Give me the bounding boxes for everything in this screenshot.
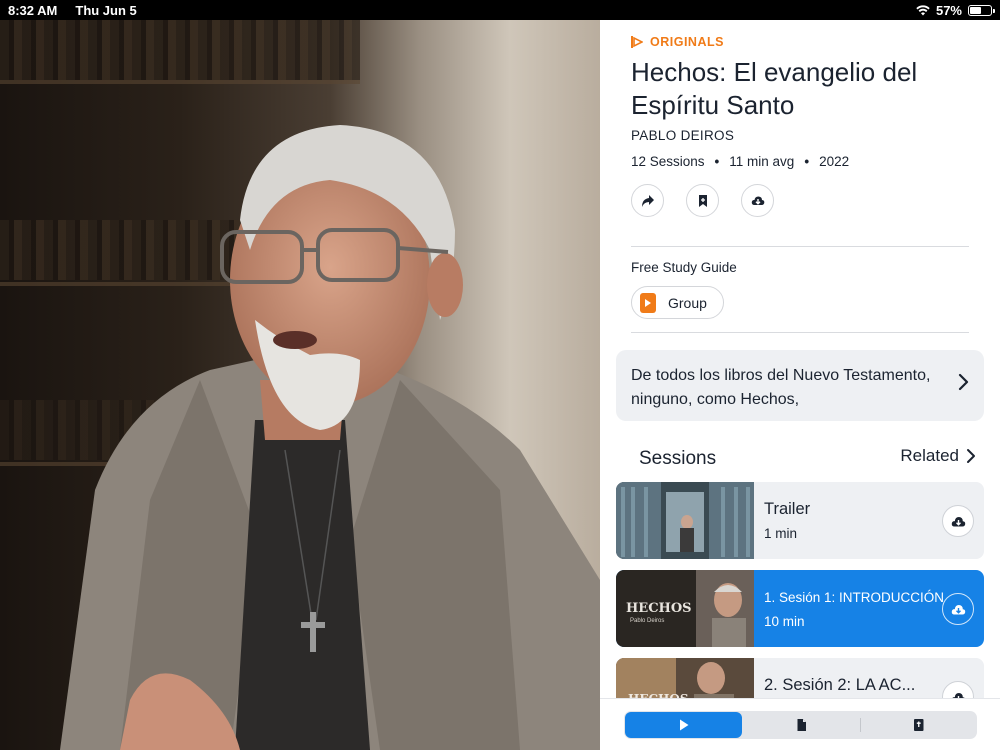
battery-percent: 57%: [935, 2, 962, 18]
description-text: De todos los libros del Nuevo Testamento…: [631, 367, 931, 408]
tab-bible[interactable]: [860, 711, 977, 739]
share-button[interactable]: [631, 184, 664, 217]
chevron-right-icon: [967, 449, 975, 463]
series-detail-panel: ORIGINALS Hechos: El evangelio del Espír…: [600, 20, 1000, 750]
session-item-1[interactable]: HECHOS Pablo Deiros 1. Sesión 1: INTRODU…: [616, 570, 984, 647]
action-buttons: [631, 184, 774, 217]
document-icon: [797, 719, 806, 731]
description-card[interactable]: De todos los libros del Nuevo Testamento…: [616, 350, 984, 421]
originals-logo-icon: [631, 36, 643, 48]
related-link[interactable]: Related: [900, 446, 976, 466]
meta-separator: •: [714, 154, 720, 169]
session-title: 2. Sesión 2: LA AC...: [764, 676, 916, 694]
cloud-download-icon: [751, 196, 764, 205]
tab-play[interactable]: [625, 712, 742, 738]
divider: [631, 246, 969, 247]
originals-badge: ORIGINALS: [631, 35, 724, 49]
session-duration: 10 min: [764, 614, 805, 629]
session-title: 1. Sesión 1: INTRODUCCIÓN: [764, 590, 945, 605]
divider: [631, 332, 969, 333]
session-item-trailer[interactable]: Trailer 1 min: [616, 482, 984, 559]
session-duration: 1 min: [764, 526, 798, 541]
share-icon: [641, 194, 654, 207]
session-title: Trailer: [764, 500, 811, 518]
bookmark-button[interactable]: [686, 184, 719, 217]
sessions-heading: Sessions: [639, 448, 717, 469]
series-title: Hechos: El evangelio del Espíritu Santo: [631, 57, 918, 120]
thumbnail-subtitle: Pablo Deiros: [630, 618, 664, 624]
bible-icon: [914, 719, 924, 731]
group-button-label: Group: [668, 294, 707, 311]
study-guide-label: Free Study Guide: [631, 260, 737, 275]
session-thumbnail: HECHOS Pablo Deiros: [616, 570, 754, 647]
status-time: 8:32 AM: [8, 2, 58, 18]
cloud-download-icon: [951, 516, 965, 526]
video-player[interactable]: [0, 20, 600, 750]
tab-notes[interactable]: [743, 711, 860, 739]
sessions-count: 12 Sessions: [631, 154, 705, 169]
speaker-video-frame: [60, 125, 600, 750]
avg-length: 11 min avg: [729, 154, 795, 169]
thumbnail-title: HECHOS: [626, 601, 692, 616]
status-date: Thu Jun 5: [75, 2, 137, 18]
battery-icon: [968, 4, 995, 16]
cloud-download-icon: [951, 604, 965, 614]
originals-label: ORIGINALS: [650, 35, 724, 49]
bookmark-icon: [698, 194, 707, 207]
release-year: 2022: [819, 154, 850, 169]
wifi-icon: [916, 4, 930, 15]
session-download-button[interactable]: [942, 593, 974, 625]
series-author[interactable]: PABLO DEIROS: [631, 128, 734, 143]
bottom-toolbar: [600, 698, 1000, 750]
session-download-button[interactable]: [942, 505, 974, 537]
related-label: Related: [900, 446, 959, 465]
play-icon: [680, 719, 689, 731]
study-guide-icon: [640, 292, 656, 313]
session-thumbnail: [616, 482, 754, 559]
download-button[interactable]: [741, 184, 774, 217]
chevron-right-icon: [958, 373, 969, 391]
status-bar: 8:32 AM Thu Jun 5 57%: [0, 0, 1000, 20]
group-study-guide-button[interactable]: Group: [631, 286, 724, 319]
series-meta: 12 Sessions • 11 min avg • 2022: [631, 154, 849, 169]
view-switcher: [624, 711, 977, 739]
meta-separator: •: [804, 154, 810, 169]
